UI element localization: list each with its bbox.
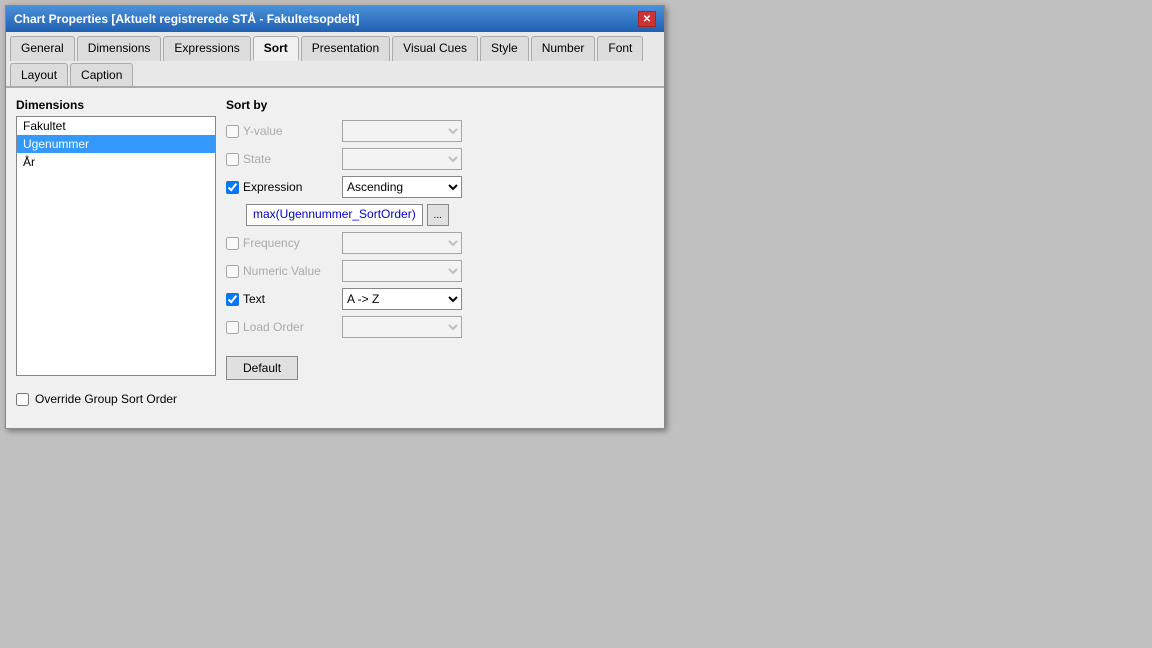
tab-presentation[interactable]: Presentation — [301, 36, 390, 61]
close-button[interactable]: ✕ — [638, 11, 656, 27]
tab-style[interactable]: Style — [480, 36, 529, 61]
default-button[interactable]: Default — [226, 356, 298, 380]
sort-checkbox-numeric-value[interactable] — [226, 265, 239, 278]
title-bar: Chart Properties [Aktuelt registrerede S… — [6, 6, 664, 32]
expression-box-expression: max(Ugennummer_SortOrder)... — [246, 204, 654, 226]
sort-row-numeric-value: Numeric Value — [226, 260, 654, 282]
override-row: Override Group Sort Order — [16, 392, 654, 406]
tab-general[interactable]: General — [10, 36, 75, 61]
right-panel: Sort by Y-value State Expression Ascendin… — [226, 98, 654, 380]
override-label: Override Group Sort Order — [35, 392, 177, 406]
tab-caption[interactable]: Caption — [70, 63, 133, 86]
tab-font[interactable]: Font — [597, 36, 643, 61]
sort-label-y-value: Y-value — [226, 124, 336, 138]
left-panel: Dimensions FakultetUgenummerÅr — [16, 98, 216, 380]
window-title: Chart Properties [Aktuelt registrerede S… — [14, 12, 359, 26]
sort-checkbox-state[interactable] — [226, 153, 239, 166]
dimensions-list[interactable]: FakultetUgenummerÅr — [16, 116, 216, 376]
sort-label-text: Text — [226, 292, 336, 306]
sort-checkbox-load-order[interactable] — [226, 321, 239, 334]
sort-row-text: Text A -> ZZ -> A — [226, 288, 654, 310]
sort-label-frequency: Frequency — [226, 236, 336, 250]
tab-sort[interactable]: Sort — [253, 36, 299, 61]
sort-checkbox-text[interactable] — [226, 293, 239, 306]
tab-layout[interactable]: Layout — [10, 63, 68, 86]
dimension-item-fakultet[interactable]: Fakultet — [17, 117, 215, 135]
sort-select-frequency[interactable] — [342, 232, 462, 254]
tab-number[interactable]: Number — [531, 36, 596, 61]
two-col-layout: Dimensions FakultetUgenummerÅr Sort by Y… — [16, 98, 654, 380]
sort-select-load-order[interactable] — [342, 316, 462, 338]
sort-select-state[interactable] — [342, 148, 462, 170]
sort-checkbox-expression[interactable] — [226, 181, 239, 194]
sort-label-expression: Expression — [226, 180, 336, 194]
sort-row-load-order: Load Order — [226, 316, 654, 338]
sort-by-label: Sort by — [226, 98, 654, 112]
sort-row-frequency: Frequency — [226, 232, 654, 254]
sort-label-numeric-value: Numeric Value — [226, 264, 336, 278]
tab-expressions[interactable]: Expressions — [163, 36, 250, 61]
sort-checkbox-y-value[interactable] — [226, 125, 239, 138]
expression-edit-button-expression[interactable]: ... — [427, 204, 449, 226]
sort-checkbox-frequency[interactable] — [226, 237, 239, 250]
sort-label-load-order: Load Order — [226, 320, 336, 334]
dimension-item-ugenummer[interactable]: Ugenummer — [17, 135, 215, 153]
dimension-item-aar[interactable]: År — [17, 153, 215, 171]
sort-select-expression[interactable]: AscendingDescending — [342, 176, 462, 198]
sort-select-numeric-value[interactable] — [342, 260, 462, 282]
tab-visual-cues[interactable]: Visual Cues — [392, 36, 478, 61]
sort-select-text[interactable]: A -> ZZ -> A — [342, 288, 462, 310]
tab-bar: GeneralDimensionsExpressionsSortPresenta… — [6, 32, 664, 88]
expression-text-expression: max(Ugennummer_SortOrder) — [246, 204, 423, 226]
sort-rows-container: Y-value State Expression AscendingDescend… — [226, 120, 654, 338]
dimensions-label: Dimensions — [16, 98, 216, 112]
main-window: Chart Properties [Aktuelt registrerede S… — [5, 5, 665, 429]
sort-row-state: State — [226, 148, 654, 170]
sort-row-y-value: Y-value — [226, 120, 654, 142]
content-area: Dimensions FakultetUgenummerÅr Sort by Y… — [6, 88, 664, 428]
sort-select-y-value[interactable] — [342, 120, 462, 142]
sort-row-expression: Expression AscendingDescending — [226, 176, 654, 198]
override-checkbox[interactable] — [16, 393, 29, 406]
sort-label-state: State — [226, 152, 336, 166]
title-bar-controls: ✕ — [638, 11, 656, 27]
tab-dimensions[interactable]: Dimensions — [77, 36, 162, 61]
